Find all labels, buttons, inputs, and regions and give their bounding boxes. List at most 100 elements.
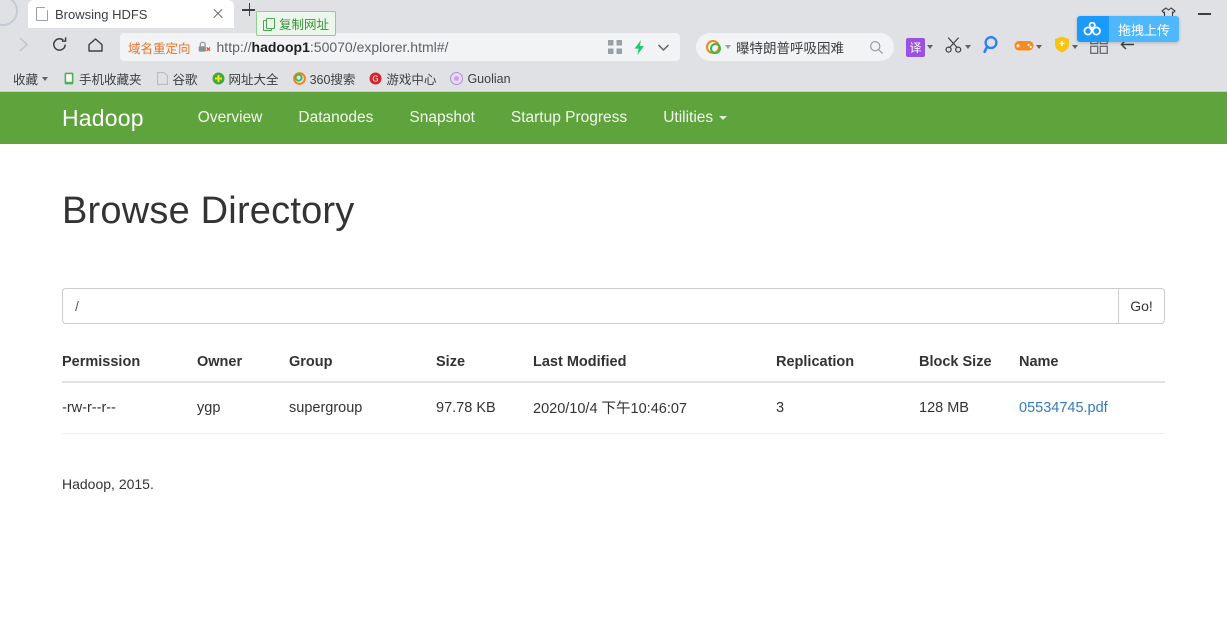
chevron-down-icon[interactable] xyxy=(1072,45,1078,49)
forward-button[interactable] xyxy=(6,32,40,62)
svg-text:G: G xyxy=(373,75,379,84)
bookmark-google[interactable]: 谷歌 xyxy=(149,68,205,90)
search-box[interactable]: 曝特朗普呼吸困难 xyxy=(696,33,894,61)
bookmark-mobile-favorites[interactable]: 手机收藏夹 xyxy=(55,68,149,90)
go-button[interactable]: Go! xyxy=(1118,288,1165,324)
phone-icon xyxy=(62,72,75,85)
shield-icon xyxy=(1054,36,1070,58)
column-header-size: Size xyxy=(436,346,533,383)
cell-size: 97.78 KB xyxy=(436,382,533,434)
cloud-upload-icon xyxy=(1076,16,1109,42)
nav-label: Overview xyxy=(197,109,263,126)
cell-replication: 3 xyxy=(776,382,919,434)
hadoop-navbar: Hadoop Overview Datanodes Snapshot Start… xyxy=(0,92,1227,144)
bookmark-game-center[interactable]: G 游戏中心 xyxy=(362,68,443,90)
lock-crossed-icon[interactable] xyxy=(197,40,211,54)
nav-label: Utilities xyxy=(663,109,714,126)
file-listing-table: Permission Owner Group Size Last Modifie… xyxy=(62,346,1165,434)
lightning-bolt-icon[interactable] xyxy=(630,38,648,56)
url-suffix: :50070/explorer.html#/ xyxy=(309,39,449,55)
browser-tab[interactable]: Browsing HDFS xyxy=(28,0,234,28)
cell-block-size: 128 MB xyxy=(919,382,1019,434)
magnifier-button[interactable] xyxy=(983,35,1002,59)
nav-item-startup-progress[interactable]: Startup Progress xyxy=(493,109,645,127)
translate-button[interactable]: 译 xyxy=(906,37,933,57)
nav-item-overview[interactable]: Overview xyxy=(180,109,281,127)
home-button[interactable] xyxy=(78,32,112,62)
table-header-row: Permission Owner Group Size Last Modifie… xyxy=(62,346,1165,383)
chevron-down-icon[interactable] xyxy=(965,45,971,49)
nav-item-snapshot[interactable]: Snapshot xyxy=(391,109,493,127)
bookmark-favorites[interactable]: 收藏 xyxy=(6,68,55,90)
domain-redirect-label: 域名重定向 xyxy=(128,41,191,56)
chevron-down-icon[interactable] xyxy=(654,38,672,56)
bookmark-label: 谷歌 xyxy=(172,73,198,87)
chevron-down-icon xyxy=(719,116,728,120)
address-bar[interactable]: 域名重定向 http://hadoop1:50070/explorer.html… xyxy=(120,33,680,61)
bookmark-label: 收藏 xyxy=(13,73,39,87)
search-icon[interactable] xyxy=(869,40,884,55)
translate-icon: 译 xyxy=(906,37,925,57)
url-prefix: http:// xyxy=(216,39,252,55)
bookmark-label: 360搜索 xyxy=(309,73,356,87)
bookmark-label: 手机收藏夹 xyxy=(79,73,142,87)
screenshot-button[interactable] xyxy=(945,36,971,59)
chevron-down-icon[interactable] xyxy=(1036,45,1042,49)
hadoop-brand[interactable]: Hadoop xyxy=(62,105,144,132)
hdfs-explorer-page: Hadoop Overview Datanodes Snapshot Start… xyxy=(0,92,1227,621)
360-logo-icon xyxy=(292,72,306,85)
close-icon[interactable] xyxy=(210,6,226,22)
url-host: hadoop1 xyxy=(251,39,310,55)
cell-permission: -rw-r--r-- xyxy=(62,382,197,434)
chevron-down-icon[interactable] xyxy=(42,76,49,81)
page-title: Browse Directory xyxy=(62,190,355,232)
bookmark-label: 游戏中心 xyxy=(386,73,437,87)
chevron-down-icon[interactable] xyxy=(927,45,933,49)
minimize-button[interactable] xyxy=(1187,1,1221,27)
security-shield-button[interactable] xyxy=(1054,36,1078,58)
tab-title: Browsing HDFS xyxy=(55,6,148,22)
home-icon xyxy=(86,36,105,59)
cell-group: supergroup xyxy=(289,382,436,434)
column-header-replication: Replication xyxy=(776,346,919,383)
reload-button[interactable] xyxy=(42,32,76,62)
search-input[interactable]: 曝特朗普呼吸困难 xyxy=(736,37,864,57)
scissors-icon xyxy=(945,36,963,59)
bookmark-site-directory[interactable]: 网址大全 xyxy=(205,68,286,90)
path-input[interactable]: / xyxy=(62,288,1118,324)
path-bar: / Go! xyxy=(62,288,1165,324)
bookmark-guolian[interactable]: Guolian xyxy=(443,68,517,90)
window-corner-decoration xyxy=(0,0,28,28)
bookmarks-bar: 收藏 手机收藏夹 谷歌 网址大全 360搜索 G 游戏中心 Guolian xyxy=(0,66,1227,92)
drag-upload-label: 拖拽上传 xyxy=(1108,16,1179,42)
minimize-icon xyxy=(1197,13,1211,15)
nav-label: Snapshot xyxy=(409,109,475,126)
game-center-button[interactable] xyxy=(1014,38,1042,57)
tab-strip: Browsing HDFS 复制网址 xyxy=(0,0,1227,36)
bookmark-360-search[interactable]: 360搜索 xyxy=(286,68,363,90)
copy-url-tooltip[interactable]: 复制网址 xyxy=(256,11,337,36)
page-footer: Hadoop, 2015. xyxy=(62,476,154,492)
chevron-down-icon[interactable] xyxy=(725,45,731,49)
purple-circle-icon xyxy=(450,72,464,85)
browser-chrome: Browsing HDFS 复制网址 域名重定向 http://hadoop1:… xyxy=(0,0,1227,92)
360-logo-icon xyxy=(706,40,721,54)
green-plus-icon xyxy=(212,72,225,85)
chevron-right-icon xyxy=(15,36,32,58)
bookmark-label: Guolian xyxy=(467,71,511,86)
cell-owner: ygp xyxy=(197,382,289,434)
bookmark-label: 网址大全 xyxy=(228,73,279,87)
file-link[interactable]: 05534745.pdf xyxy=(1019,400,1108,416)
cell-last-modified: 2020/10/4 下午10:46:07 xyxy=(533,382,776,434)
nav-item-datanodes[interactable]: Datanodes xyxy=(280,109,391,127)
reload-icon xyxy=(50,35,69,59)
column-header-permission: Permission xyxy=(62,346,197,383)
page-icon xyxy=(36,7,48,21)
magnifier-icon xyxy=(983,35,1002,59)
page-content: Browse Directory / Go! Permission Owner … xyxy=(0,190,1227,492)
qrcode-icon[interactable] xyxy=(606,38,624,56)
nav-item-utilities[interactable]: Utilities xyxy=(645,109,745,127)
drag-upload-tooltip[interactable]: 拖拽上传 xyxy=(1076,16,1179,42)
column-header-group: Group xyxy=(289,346,436,383)
page-icon xyxy=(156,72,169,85)
